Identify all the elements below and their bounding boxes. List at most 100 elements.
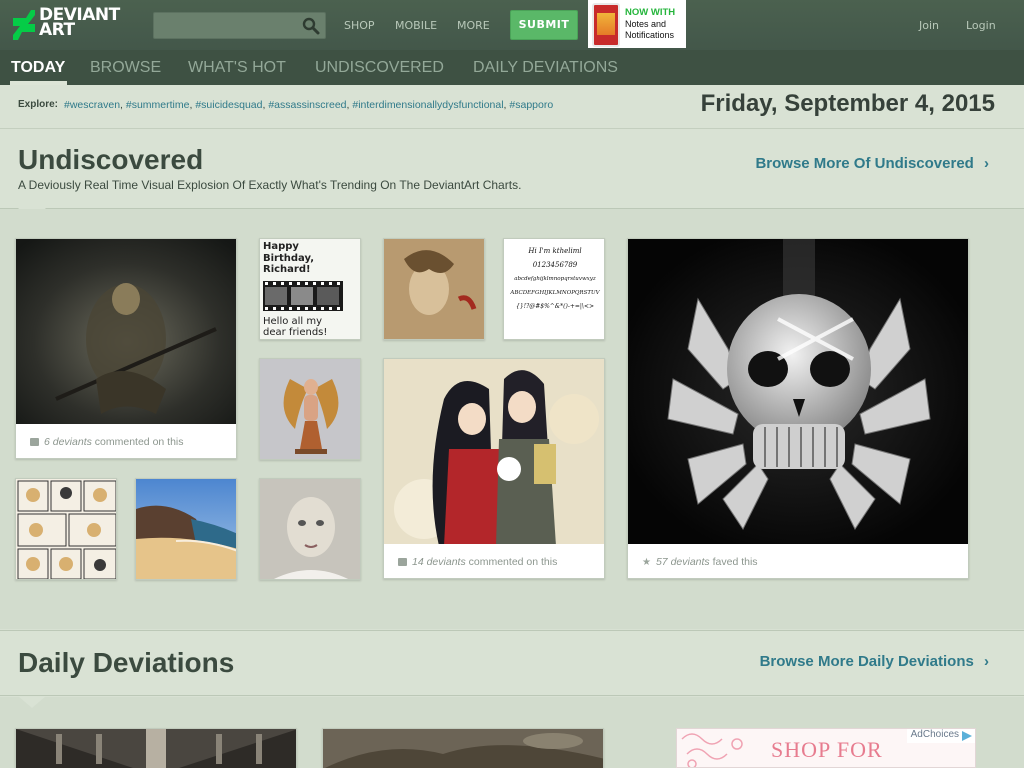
deviation-card[interactable] xyxy=(15,478,117,580)
promo-text: Notes and Notifications xyxy=(625,19,674,41)
deviation-card[interactable]: 6 deviants commented on this xyxy=(15,238,237,459)
nav-more[interactable]: MORE xyxy=(457,19,490,32)
promo-text-line2: Notifications xyxy=(625,30,675,40)
browse-more-daily-link[interactable]: Browse More Daily Deviations › xyxy=(760,653,989,670)
mobile-app-promo[interactable]: NOW WITH Notes and Notifications xyxy=(588,0,686,48)
adchoices-link[interactable]: AdChoices xyxy=(906,729,975,743)
caption-text: faved this xyxy=(709,556,758,568)
logo-wordmark: DEVIANT ART xyxy=(39,7,120,40)
daily-deviation-card[interactable] xyxy=(322,728,604,768)
explore-label: Explore: xyxy=(18,99,59,110)
birthday-title-line: Birthday, xyxy=(263,252,315,264)
browse-more-undiscovered-link[interactable]: Browse More Of Undiscovered › xyxy=(755,155,989,172)
caption-text: commented on this xyxy=(91,436,184,448)
undiscovered-header: Undiscovered A Deviously Real Time Visua… xyxy=(0,129,1024,209)
section-subtitle: A Deviously Real Time Visual Explosion O… xyxy=(18,178,522,192)
tab-browse[interactable]: BROWSE xyxy=(90,59,161,77)
adchoices-icon xyxy=(962,731,972,741)
tag-link[interactable]: #assassinscreed xyxy=(268,99,346,111)
film-strip-image xyxy=(263,281,343,311)
deviation-thumbnail xyxy=(628,239,968,545)
deviation-card[interactable]: Hi I'm ktheliml 0123456789 abcdefghijklm… xyxy=(503,238,605,340)
sub-navigation: TODAY BROWSE WHAT'S HOT UNDISCOVERED DAI… xyxy=(0,50,1024,85)
page-date: Friday, September 4, 2015 xyxy=(700,90,995,117)
birthday-body-line: dear friends! xyxy=(263,327,328,338)
card-caption: 6 deviants commented on this xyxy=(16,424,236,458)
font-sample-text: Hi I'm ktheliml 0123456789 abcdefghijklm… xyxy=(504,244,604,314)
star-icon: ★ xyxy=(642,557,651,568)
birthday-body: Hello all my dear friends! xyxy=(263,316,327,338)
top-header: DEVIANT ART SHOP MOBILE MORE SUBMIT NOW … xyxy=(0,0,1024,50)
font-sample-line: abcdefghijklmnopqrstuvwxyz xyxy=(514,276,596,282)
tag-link[interactable]: #suicidesquad xyxy=(195,99,262,111)
tab-today[interactable]: TODAY xyxy=(11,59,65,77)
daily-deviations-header: Daily Deviations Browse More Daily Devia… xyxy=(0,630,1024,696)
browse-more-label: Browse More Of Undiscovered xyxy=(755,155,974,172)
daily-deviation-card[interactable] xyxy=(15,728,297,768)
deviation-card[interactable]: ★ 57 deviants faved this xyxy=(627,238,969,579)
deviantart-logo-icon xyxy=(13,10,35,40)
login-link[interactable]: Login xyxy=(966,19,996,32)
deviation-thumbnail xyxy=(16,239,236,426)
adchoices-label: AdChoices xyxy=(910,729,959,740)
browse-more-label: Browse More Daily Deviations xyxy=(759,653,974,670)
promo-text-line1: Notes and xyxy=(625,19,667,29)
join-link[interactable]: Join xyxy=(919,19,939,32)
caption-text: commented on this xyxy=(465,556,558,568)
caption-count[interactable]: 57 deviants xyxy=(656,556,710,568)
comment-icon xyxy=(398,558,407,566)
deviation-thumbnail xyxy=(384,359,604,546)
tag-link[interactable]: #wescraven xyxy=(64,99,120,111)
deviantart-logo[interactable]: DEVIANT ART xyxy=(13,7,133,42)
tag-link[interactable]: #sapporo xyxy=(509,99,553,111)
deviation-card[interactable]: 14 deviants commented on this xyxy=(383,358,605,579)
deviation-thumbnail xyxy=(260,479,360,579)
search-icon[interactable] xyxy=(302,17,320,35)
font-sample-line: {}!?@#$%^&*()-+=|\<> xyxy=(515,303,595,310)
deviation-thumbnail xyxy=(16,729,296,768)
deviation-card[interactable] xyxy=(383,238,485,340)
birthday-title: Happy Birthday, Richard! xyxy=(263,241,314,276)
birthday-title-line: Richard! xyxy=(263,264,311,275)
ad-decoration xyxy=(681,733,743,767)
phone-icon xyxy=(592,3,620,47)
tag-link[interactable]: #summertime xyxy=(126,99,190,111)
deviation-thumbnail xyxy=(323,729,603,768)
font-sample-line: Hi I'm ktheliml xyxy=(528,247,582,255)
deviation-card[interactable] xyxy=(135,478,237,580)
submit-button[interactable]: SUBMIT xyxy=(510,10,578,40)
font-sample-line: ABCDEFGHIJKLMNOPQRSTUV xyxy=(510,290,600,296)
caption-count[interactable]: 14 deviants xyxy=(412,556,466,568)
card-caption: ★ 57 deviants faved this xyxy=(628,544,968,578)
tab-undiscovered[interactable]: UNDISCOVERED xyxy=(315,59,444,77)
deviation-thumbnail xyxy=(136,479,236,579)
section-title: Daily Deviations xyxy=(18,647,235,678)
deviation-card[interactable] xyxy=(259,358,361,460)
deviation-thumbnail xyxy=(16,479,116,579)
search-box xyxy=(153,12,326,39)
explore-tags: #wescraven, #summertime, #suicidesquad, … xyxy=(64,99,554,111)
logo-line-art: ART xyxy=(39,20,75,40)
tab-whats-hot[interactable]: WHAT'S HOT xyxy=(188,59,286,77)
deviation-card[interactable]: Happy Birthday, Richard! Hello all my de… xyxy=(259,238,361,340)
section-title: Undiscovered xyxy=(18,144,204,175)
search-input[interactable] xyxy=(158,16,298,36)
nav-mobile[interactable]: MOBILE xyxy=(395,19,437,32)
deviation-thumbnail xyxy=(260,359,360,459)
ad-text: SHOP FOR xyxy=(771,737,883,762)
nav-shop[interactable]: SHOP xyxy=(344,19,375,32)
tag-link[interactable]: #interdimensionallydysfunctional xyxy=(352,99,503,111)
comment-icon xyxy=(30,438,39,446)
birthday-title-line: Happy xyxy=(263,241,299,252)
card-caption: 14 deviants commented on this xyxy=(384,544,604,578)
caption-count[interactable]: 6 deviants xyxy=(44,436,92,448)
birthday-body-line: Hello all my xyxy=(263,316,323,327)
tab-daily-deviations[interactable]: DAILY DEVIATIONS xyxy=(473,59,618,77)
chevron-right-icon: › xyxy=(984,155,989,172)
advertisement[interactable]: SHOP FOR AdChoices xyxy=(676,728,976,768)
promo-headline: NOW WITH xyxy=(625,7,676,18)
section-pointer xyxy=(18,696,46,708)
deviation-card[interactable] xyxy=(259,478,361,580)
chevron-right-icon: › xyxy=(984,653,989,670)
font-sample-line: 0123456789 xyxy=(532,261,578,269)
